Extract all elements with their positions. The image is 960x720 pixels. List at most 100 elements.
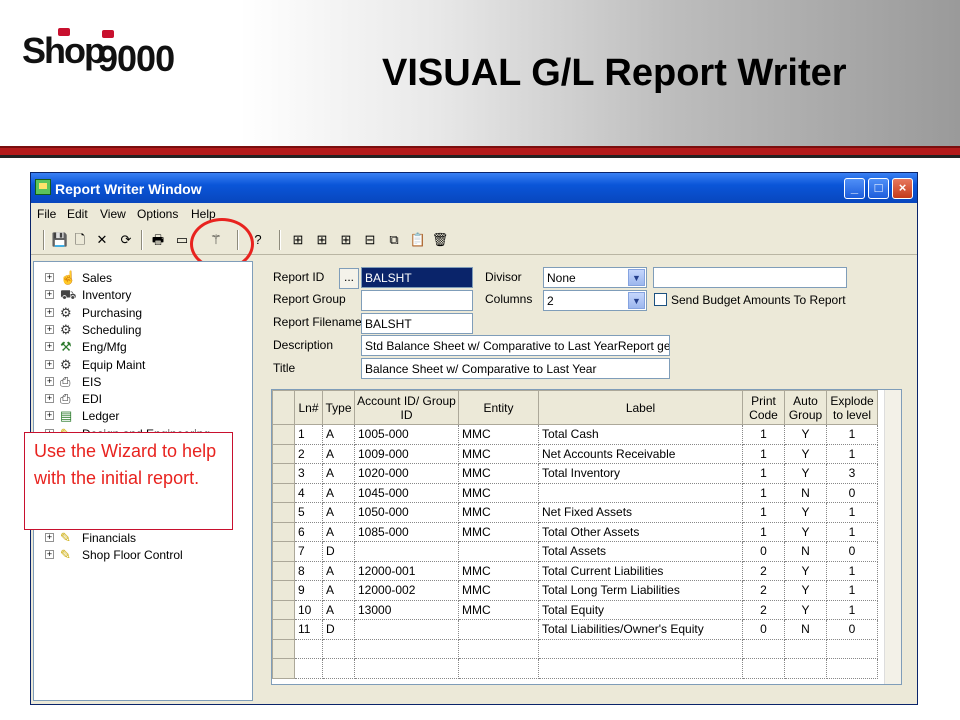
table-cell[interactable] <box>322 658 355 679</box>
table-row[interactable]: 6 A 1085-000 MMC Total Other Assets 1 Y 1 <box>272 521 878 542</box>
column-header[interactable]: Label <box>538 390 743 425</box>
expand-icon[interactable]: + <box>45 290 54 300</box>
table-cell[interactable]: Y <box>784 444 827 464</box>
table-cell[interactable]: 2 <box>294 444 323 464</box>
title-input[interactable]: Balance Sheet w/ Comparative to Last Yea… <box>361 358 670 379</box>
expand-icon[interactable]: + <box>45 549 54 559</box>
browse-button[interactable]: ... <box>339 268 359 289</box>
table-cell[interactable] <box>322 639 355 659</box>
table-cell[interactable] <box>538 658 743 679</box>
table-cell[interactable] <box>458 619 539 640</box>
table-cell[interactable] <box>458 658 539 679</box>
table-cell[interactable]: 0 <box>826 541 878 562</box>
table-cell[interactable]: Y <box>784 600 827 620</box>
table-cell[interactable]: 8 <box>294 561 323 581</box>
table-cell[interactable]: A <box>322 463 355 484</box>
table-row[interactable] <box>272 658 878 679</box>
table-cell[interactable] <box>354 541 459 562</box>
table-cell[interactable] <box>294 639 323 659</box>
table-cell[interactable]: 4 <box>294 483 323 503</box>
table-cell[interactable]: Total Cash <box>538 424 743 445</box>
row-header[interactable] <box>272 560 295 581</box>
row-header[interactable] <box>272 658 295 679</box>
divisor-extra-input[interactable] <box>653 267 847 288</box>
report-group-input[interactable] <box>361 290 473 311</box>
table-cell[interactable]: MMC <box>458 483 539 503</box>
table-cell[interactable] <box>826 658 878 679</box>
row-header[interactable] <box>272 502 295 523</box>
table-row[interactable]: 7 D Total Assets 0 N 0 <box>272 541 878 562</box>
table-cell[interactable]: 0 <box>826 483 878 503</box>
table-cell[interactable]: 12000-001 <box>354 561 459 581</box>
expand-icon[interactable]: + <box>45 376 54 386</box>
table-cell[interactable]: MMC <box>458 580 539 601</box>
table-cell[interactable]: MMC <box>458 561 539 581</box>
table-cell[interactable]: 1 <box>826 522 878 542</box>
table-cell[interactable]: 1 <box>826 561 878 581</box>
budget-checkbox[interactable] <box>654 293 667 306</box>
table-cell[interactable]: A <box>322 600 355 620</box>
table-cell[interactable]: Y <box>784 424 827 445</box>
row-header[interactable] <box>272 521 295 542</box>
table-cell[interactable]: 9 <box>294 580 323 601</box>
table-cell[interactable]: A <box>322 444 355 464</box>
delete-icon[interactable]: ✕ <box>93 231 111 249</box>
table-cell[interactable]: 2 <box>742 600 785 620</box>
row-header[interactable] <box>272 580 295 601</box>
new-icon[interactable]: 🗋 <box>71 231 89 249</box>
table-cell[interactable] <box>538 483 743 503</box>
table-cell[interactable]: A <box>322 502 355 523</box>
row-header[interactable] <box>272 541 295 562</box>
table-cell[interactable]: MMC <box>458 463 539 484</box>
table-cell[interactable]: Net Fixed Assets <box>538 502 743 523</box>
expand-icon[interactable]: + <box>45 324 54 334</box>
table-cell[interactable]: 1085-000 <box>354 522 459 542</box>
table-cell[interactable] <box>354 639 459 659</box>
expand-icon[interactable]: + <box>45 532 54 542</box>
column-header[interactable]: Type <box>322 390 355 425</box>
maximize-icon[interactable]: □ <box>868 178 889 199</box>
table-cell[interactable]: 0 <box>826 619 878 640</box>
table-row[interactable]: 2 A 1009-000 MMC Net Accounts Receivable 1 Y 1 <box>272 443 878 464</box>
table-cell[interactable]: MMC <box>458 502 539 523</box>
table-cell[interactable]: N <box>784 541 827 562</box>
table-cell[interactable]: 1 <box>742 522 785 542</box>
table-cell[interactable]: Total Assets <box>538 541 743 562</box>
save-icon[interactable]: 💾 <box>51 231 69 249</box>
chevron-down-icon[interactable]: ▼ <box>628 269 645 286</box>
table-cell[interactable]: 2 <box>742 561 785 581</box>
table-row[interactable]: 10 A 13000 MMC Total Equity 2 Y 1 <box>272 599 878 620</box>
report-lines-grid[interactable]: Ln# Type Account ID/ Group ID Entity Lab… <box>271 389 902 685</box>
table-cell[interactable] <box>784 639 827 659</box>
table-cell[interactable]: 1050-000 <box>354 502 459 523</box>
expand-icon[interactable]: + <box>45 342 54 352</box>
table-cell[interactable]: Total Inventory <box>538 463 743 484</box>
table-cell[interactable]: 1 <box>826 580 878 601</box>
table-cell[interactable]: 6 <box>294 522 323 542</box>
table-cell[interactable]: MMC <box>458 522 539 542</box>
table-cell[interactable]: 0 <box>742 619 785 640</box>
table-cell[interactable]: 5 <box>294 502 323 523</box>
table-row[interactable]: 1 A 1005-000 MMC Total Cash 1 Y 1 <box>272 424 878 445</box>
divisor-select[interactable]: None ▼ <box>543 267 647 288</box>
menu-edit[interactable]: Edit <box>67 207 88 221</box>
expand-icon[interactable]: + <box>45 273 54 282</box>
expand-icon[interactable]: + <box>45 411 54 421</box>
table-cell[interactable]: 1020-000 <box>354 463 459 484</box>
column-header[interactable]: Account ID/ Group ID <box>354 390 459 425</box>
table-cell[interactable]: 1 <box>826 502 878 523</box>
table-cell[interactable]: 1 <box>294 424 323 445</box>
print-icon[interactable]: 🖶 <box>149 231 167 249</box>
insert-col-icon[interactable]: ⊞ <box>313 231 331 249</box>
table-cell[interactable]: Y <box>784 522 827 542</box>
expand-icon[interactable]: + <box>45 359 54 369</box>
menu-options[interactable]: Options <box>137 207 178 221</box>
table-cell[interactable] <box>458 639 539 659</box>
table-cell[interactable]: 1 <box>742 444 785 464</box>
table-cell[interactable]: A <box>322 561 355 581</box>
table-cell[interactable]: 1 <box>742 463 785 484</box>
table-cell[interactable]: 11 <box>294 619 323 640</box>
table-cell[interactable] <box>742 658 785 679</box>
row-header[interactable] <box>272 638 295 659</box>
table-cell[interactable]: 3 <box>294 463 323 484</box>
